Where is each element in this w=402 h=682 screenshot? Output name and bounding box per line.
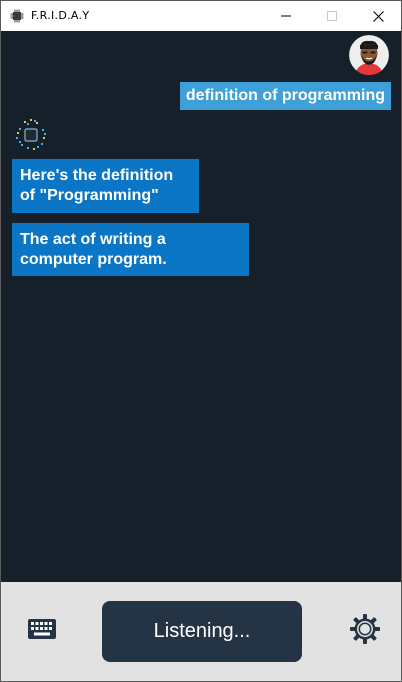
close-button[interactable] [355, 1, 401, 31]
app-window: F.R.I.D.A.Y definition of programming He… [0, 0, 402, 682]
maximize-icon [327, 11, 337, 21]
listening-button[interactable]: Listening... [102, 601, 302, 662]
bottom-bar: Listening... [1, 582, 401, 681]
window-title: F.R.I.D.A.Y [31, 9, 90, 22]
user-message: definition of programming [179, 82, 391, 110]
minimize-button[interactable] [263, 1, 309, 31]
close-icon [372, 10, 384, 22]
assistant-message: Here's the definition of "Programming" [12, 159, 199, 213]
title-bar[interactable]: F.R.I.D.A.Y [1, 1, 401, 31]
chat-area[interactable]: definition of programming Here's the def… [1, 31, 401, 582]
maximize-button[interactable] [309, 1, 355, 31]
chip-icon [10, 9, 24, 23]
gear-icon [350, 614, 380, 644]
settings-button[interactable] [349, 613, 381, 645]
avatar-icon [349, 35, 389, 75]
keyboard-button[interactable] [27, 618, 59, 640]
user-avatar [349, 35, 389, 75]
keyboard-icon [28, 619, 56, 639]
assistant-chip-icon [16, 119, 46, 150]
assistant-avatar [13, 117, 49, 153]
minimize-icon [281, 15, 291, 17]
assistant-message: The act of writing a computer program. [12, 223, 249, 276]
